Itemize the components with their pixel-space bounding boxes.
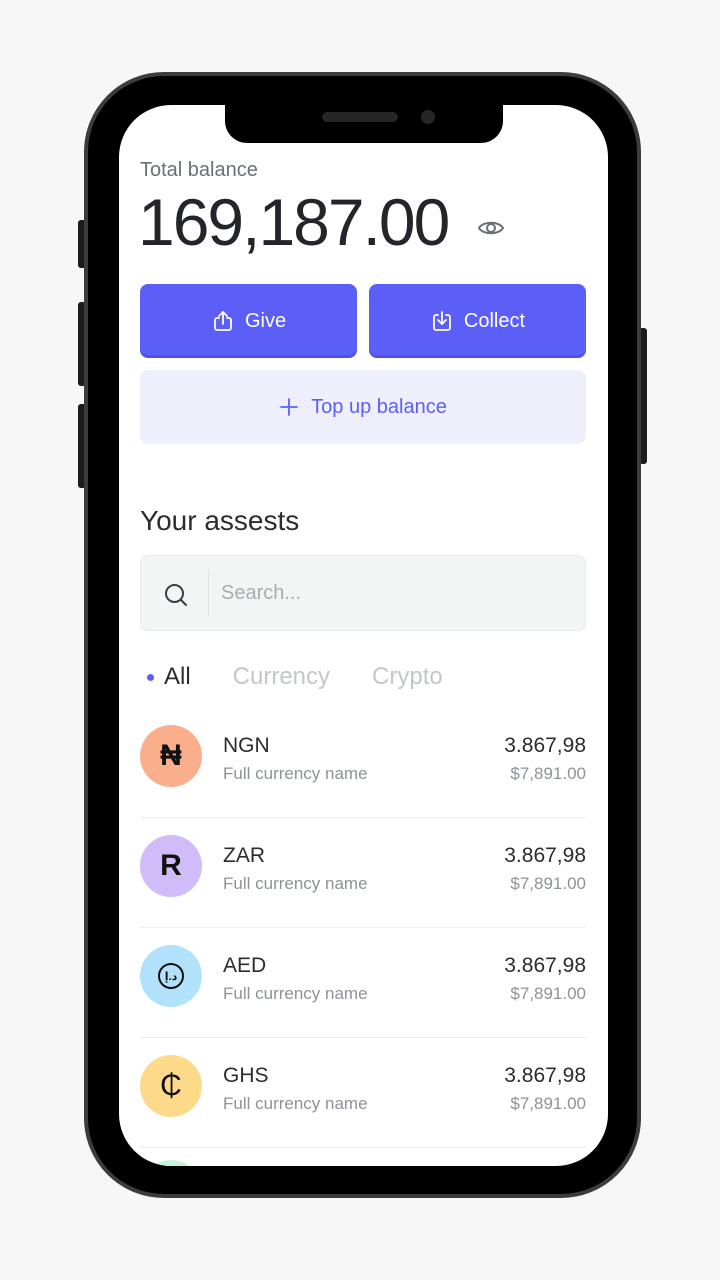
give-button-label: Give [244, 309, 287, 332]
asset-amount: 3.867,98 [504, 954, 586, 977]
search-input[interactable] [219, 556, 579, 630]
asset-usd-value: $7,891.00 [510, 1094, 586, 1113]
tab-crypto-label: Crypto [372, 663, 443, 690]
row-divider [140, 1147, 586, 1148]
asset-row-zar[interactable]: R ZAR Full currency name 3.867,98 $7,891… [140, 818, 586, 928]
give-button[interactable]: Give [140, 284, 357, 358]
collect-button-label: Collect [463, 309, 526, 332]
asset-row-ghs[interactable]: ₵ GHS Full currency name 3.867,98 $7,891… [140, 1038, 586, 1148]
asset-amount: 3.867,98 [504, 844, 586, 867]
asset-amount: 3.867,98 [504, 1064, 586, 1087]
aed-avatar: د.إ [140, 945, 202, 1007]
asset-filter-tabs: All Currency Crypto [147, 663, 485, 691]
asset-code: GHS [223, 1064, 269, 1087]
tab-currency[interactable]: Currency [233, 663, 330, 691]
asset-usd-value: $7,891.00 [510, 874, 586, 893]
rand-icon: R [160, 849, 182, 882]
search-divider [208, 570, 209, 616]
total-balance-value: 169,187.00 [138, 185, 450, 259]
tab-crypto[interactable]: Crypto [372, 663, 443, 691]
top-up-balance-label: Top up balance [311, 395, 447, 418]
asset-full-name: Full currency name [223, 764, 368, 783]
asset-usd-value: $7,891.00 [510, 764, 586, 783]
assets-title: Your assests [140, 505, 300, 536]
asset-code: AED [223, 954, 267, 977]
download-icon [433, 311, 451, 331]
notch [225, 105, 503, 143]
asset-full-name: Full currency name [223, 984, 368, 1003]
ghs-avatar: ₵ [140, 1055, 202, 1117]
active-tab-dot [147, 673, 154, 681]
asset-full-name: Full currency name [223, 874, 368, 893]
asset-row-ngn[interactable]: ₦ NGN Full currency name 3.867,98 $7,891… [140, 708, 586, 818]
top-up-balance-button[interactable]: Top up balance [140, 370, 586, 444]
collect-button[interactable]: Collect [369, 284, 586, 358]
naira-icon: ₦ [160, 739, 182, 772]
asset-code: ZAR [223, 844, 265, 867]
tab-currency-label: Currency [232, 663, 331, 690]
tab-all[interactable]: All [147, 663, 191, 691]
asset-full-name: Full currency name [223, 1094, 368, 1113]
cedi-icon: ₵ [160, 1069, 182, 1102]
dirham-icon: د.إ [158, 963, 184, 989]
search-box [140, 555, 586, 631]
total-balance-label: Total balance [140, 159, 258, 181]
tab-all-label: All [164, 663, 191, 690]
asset-usd-value: $7,891.00 [510, 984, 586, 1003]
asset-amount: 3.867,98 [504, 734, 586, 757]
eye-icon[interactable] [476, 215, 506, 241]
speaker [322, 112, 398, 122]
front-camera [421, 110, 435, 124]
phone-screen: Total balance 169,187.00 Give Collect To… [119, 105, 608, 1166]
ngn-avatar: ₦ [140, 725, 202, 787]
plus-icon [280, 398, 299, 416]
search-icon [165, 584, 187, 606]
share-up-icon [214, 311, 232, 331]
zar-avatar: R [140, 835, 202, 897]
asset-row-aed[interactable]: د.إ AED Full currency name 3.867,98 $7,8… [140, 928, 586, 1038]
asset-code: NGN [223, 734, 270, 757]
